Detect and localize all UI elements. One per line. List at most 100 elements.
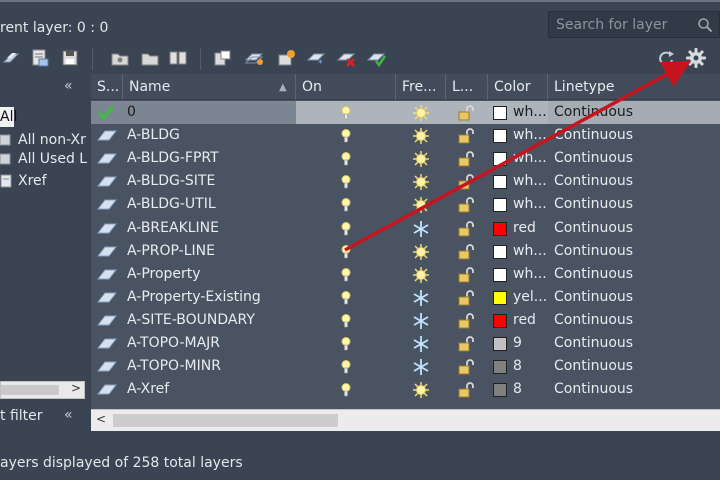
table-row[interactable]: A-TOPO-MINR 8 Continuous xyxy=(91,355,720,378)
snowflake-frozen-icon[interactable] xyxy=(412,358,430,376)
table-row[interactable]: A-Property-Existing yel... Continuous xyxy=(91,286,720,309)
color-name[interactable]: wh... xyxy=(513,124,547,147)
color-swatch[interactable] xyxy=(493,221,507,236)
color-swatch[interactable] xyxy=(493,198,507,213)
lightbulb-on-icon[interactable] xyxy=(340,221,352,237)
color-swatch[interactable] xyxy=(493,267,507,282)
linetype-name[interactable]: Continuous xyxy=(548,286,720,309)
color-swatch[interactable] xyxy=(493,129,507,144)
lightbulb-on-icon[interactable] xyxy=(340,244,352,260)
search-box[interactable] xyxy=(548,11,720,38)
layer-states-manager-icon[interactable] xyxy=(30,48,50,68)
layer-walk-icon[interactable] xyxy=(168,48,188,68)
linetype-name[interactable]: Continuous xyxy=(548,170,720,193)
lightbulb-on-icon[interactable] xyxy=(340,197,352,213)
unlock-icon[interactable] xyxy=(457,150,475,168)
color-name[interactable]: red xyxy=(513,309,547,332)
filter-tree-item-all-used-layers[interactable]: All Used L xyxy=(0,149,87,169)
unlock-icon[interactable] xyxy=(457,104,475,122)
linetype-name[interactable]: Continuous xyxy=(548,378,720,401)
layer-name[interactable]: A-Xref xyxy=(127,378,295,401)
collapse-filter-pane-icon[interactable]: « xyxy=(64,78,73,94)
unlock-icon[interactable] xyxy=(457,312,475,330)
layer-name[interactable]: A-SITE-BOUNDARY xyxy=(127,309,295,332)
color-name[interactable]: wh... xyxy=(513,170,547,193)
sun-thawed-icon[interactable] xyxy=(412,196,430,214)
filter-tree-item-all-non-xref[interactable]: All non-Xr xyxy=(0,130,86,150)
sun-thawed-icon[interactable] xyxy=(412,381,430,399)
lightbulb-on-icon[interactable] xyxy=(340,151,352,167)
gear-icon[interactable] xyxy=(685,47,707,69)
column-header-color[interactable]: Color xyxy=(488,74,548,100)
linetype-name[interactable]: Continuous xyxy=(548,147,720,170)
color-name[interactable]: yel... xyxy=(513,286,547,309)
color-name[interactable]: wh... xyxy=(513,263,547,286)
table-row[interactable]: A-BLDG-FPRT wh... Continuous xyxy=(91,147,720,170)
color-swatch[interactable] xyxy=(493,383,507,398)
sun-thawed-icon[interactable] xyxy=(412,243,430,261)
linetype-name[interactable]: Continuous xyxy=(548,240,720,263)
new-layer-icon[interactable] xyxy=(244,48,264,68)
linetype-name[interactable]: Continuous xyxy=(548,309,720,332)
color-name[interactable]: 9 xyxy=(513,332,547,355)
table-row[interactable]: A-Property wh... Continuous xyxy=(91,263,720,286)
unlock-icon[interactable] xyxy=(457,127,475,145)
scroll-right-icon[interactable]: > xyxy=(71,381,81,395)
layer-name[interactable]: A-BLDG-FPRT xyxy=(127,147,295,170)
layer-name[interactable]: A-BLDG-UTIL xyxy=(127,193,295,216)
column-header-status[interactable]: S... xyxy=(91,74,123,100)
table-row[interactable]: A-TOPO-MAJR 9 Continuous xyxy=(91,332,720,355)
unlock-icon[interactable] xyxy=(457,243,475,261)
lightbulb-on-icon[interactable] xyxy=(340,382,352,398)
table-row[interactable]: A-BLDG wh... Continuous xyxy=(91,124,720,147)
layer-name[interactable]: A-BLDG xyxy=(127,124,295,147)
layer-name[interactable]: A-TOPO-MINR xyxy=(127,355,295,378)
table-row[interactable]: A-SITE-BOUNDARY red Continuous xyxy=(91,309,720,332)
layer-grid-scrollbar[interactable]: < xyxy=(91,409,720,431)
lightbulb-on-icon[interactable] xyxy=(340,290,352,306)
delete-layer-icon[interactable] xyxy=(336,48,356,68)
lightbulb-on-icon[interactable] xyxy=(340,174,352,190)
snowflake-frozen-icon[interactable] xyxy=(412,312,430,330)
sun-thawed-icon[interactable] xyxy=(412,127,430,145)
scrollbar-thumb[interactable] xyxy=(1,385,59,395)
layer-name[interactable]: A-Property xyxy=(127,263,295,286)
sun-thawed-icon[interactable] xyxy=(412,173,430,191)
collapse-icon[interactable]: « xyxy=(64,407,73,423)
set-current-icon[interactable] xyxy=(366,48,386,68)
layer-settings-list-icon[interactable] xyxy=(212,48,232,68)
linetype-name[interactable]: Continuous xyxy=(548,332,720,355)
lightbulb-on-icon[interactable] xyxy=(340,128,352,144)
color-name[interactable]: wh... xyxy=(513,240,547,263)
search-icon[interactable] xyxy=(697,17,713,33)
color-swatch[interactable] xyxy=(493,152,507,167)
column-header-on[interactable]: On xyxy=(296,74,396,100)
column-header-lock[interactable]: L... xyxy=(446,74,488,100)
linetype-name[interactable]: Continuous xyxy=(548,124,720,147)
linetype-name[interactable]: Continuous xyxy=(548,263,720,286)
sun-thawed-icon[interactable] xyxy=(412,104,430,122)
unlock-icon[interactable] xyxy=(457,289,475,307)
new-layer-vp-frozen-icon[interactable] xyxy=(276,48,296,68)
color-name[interactable]: wh... xyxy=(513,101,547,124)
vp-freeze-icon[interactable]: * xyxy=(306,48,326,68)
sun-thawed-icon[interactable] xyxy=(412,266,430,284)
filter-tree-item-all[interactable]: All xyxy=(0,107,17,127)
layer-name[interactable]: A-BLDG-SITE xyxy=(127,170,295,193)
unlock-icon[interactable] xyxy=(457,220,475,238)
search-input[interactable] xyxy=(549,12,695,37)
table-row[interactable]: A-BREAKLINE red Continuous xyxy=(91,217,720,240)
color-swatch[interactable] xyxy=(493,106,507,120)
lightbulb-on-icon[interactable] xyxy=(340,105,352,121)
scrollbar-thumb[interactable] xyxy=(113,414,338,427)
lightbulb-on-icon[interactable] xyxy=(340,336,352,352)
layer-name[interactable]: 0 xyxy=(127,101,295,124)
linetype-name[interactable]: Continuous xyxy=(548,355,720,378)
unlock-icon[interactable] xyxy=(457,335,475,353)
color-name[interactable]: 8 xyxy=(513,355,547,378)
linetype-name[interactable]: Continuous xyxy=(548,193,720,216)
unlock-icon[interactable] xyxy=(457,196,475,214)
snowflake-frozen-icon[interactable] xyxy=(412,289,430,307)
table-row[interactable]: A-BLDG-UTIL wh... Continuous xyxy=(91,193,720,216)
save-icon[interactable] xyxy=(60,48,80,68)
